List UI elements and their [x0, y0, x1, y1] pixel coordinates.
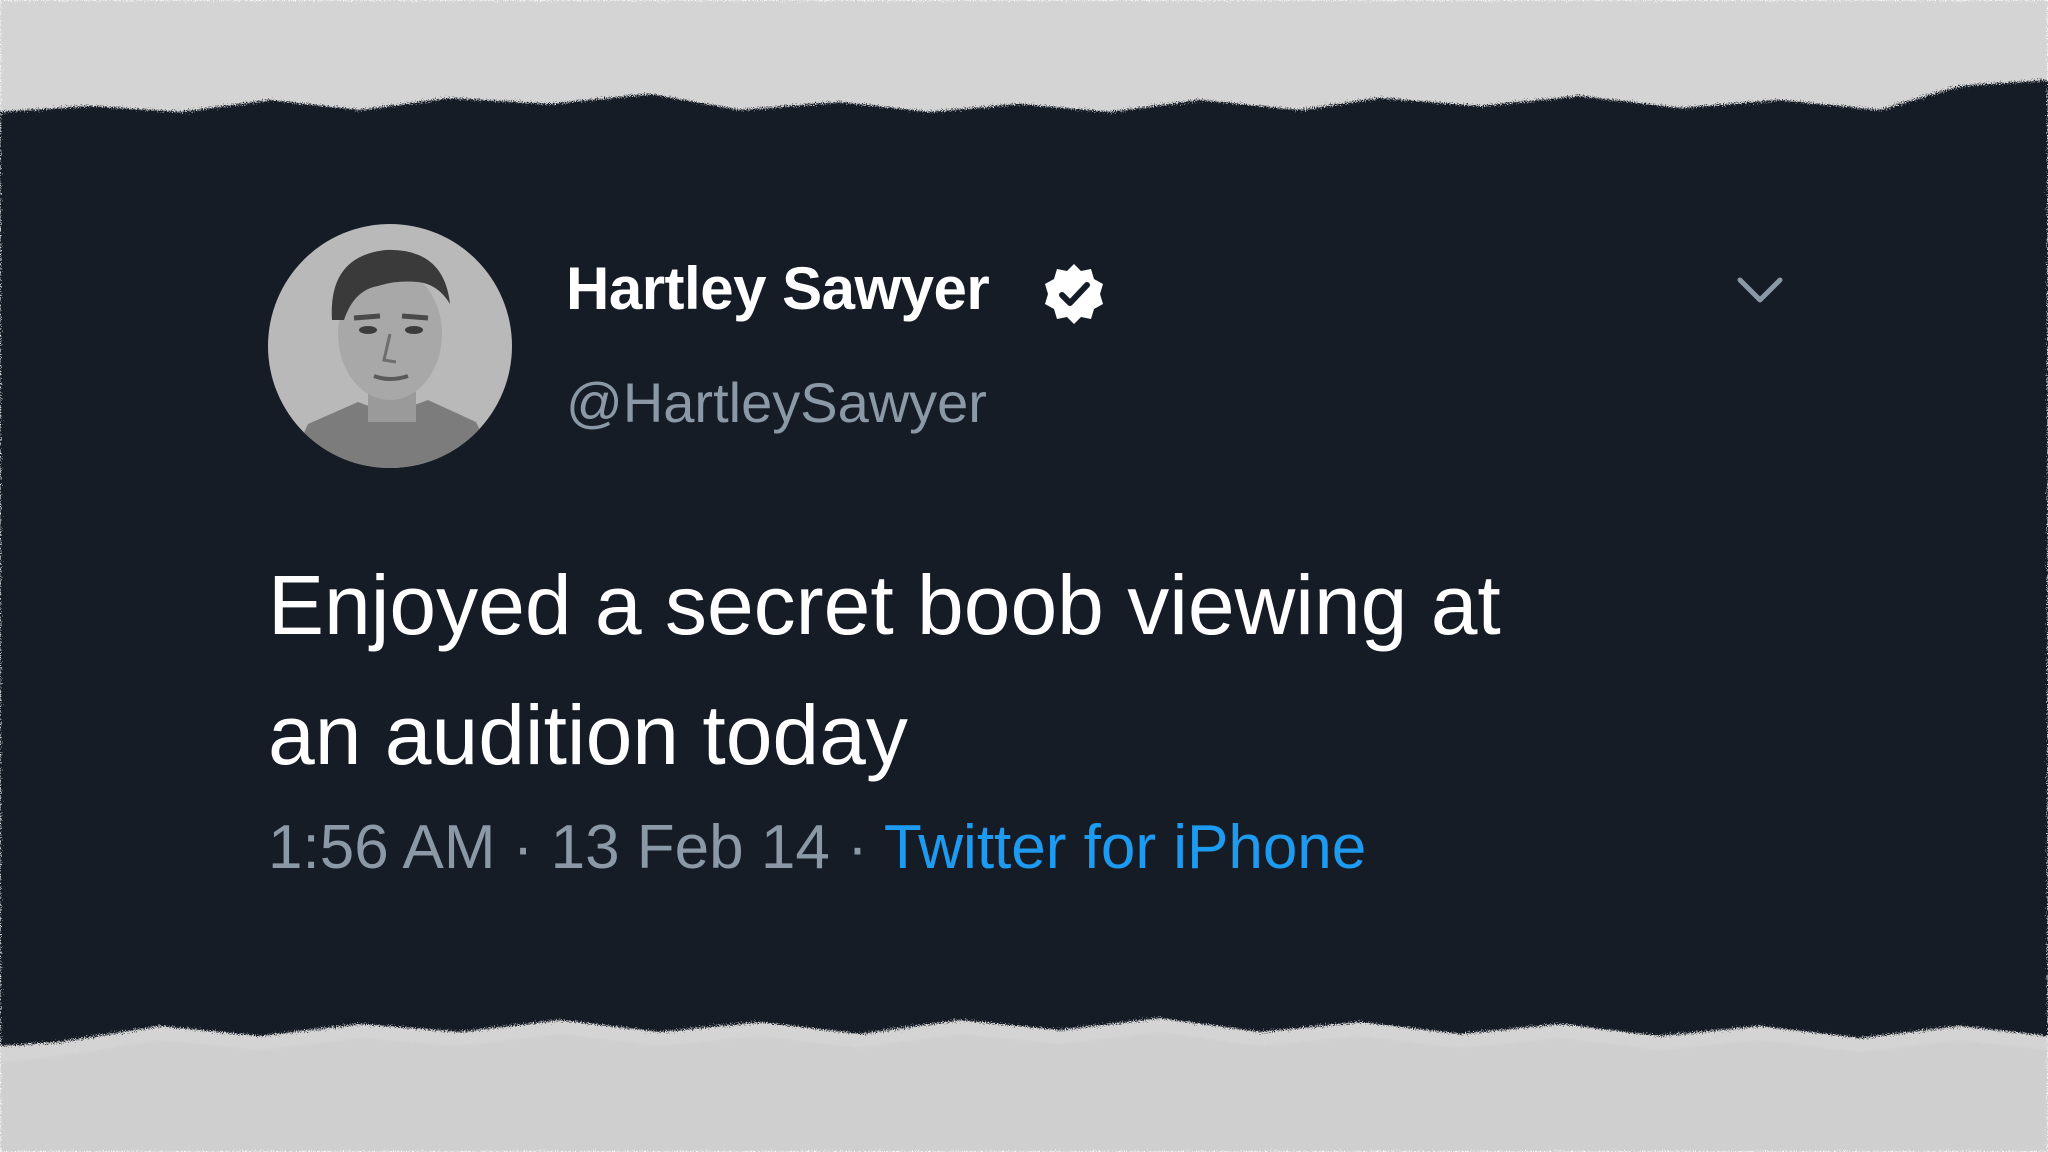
torn-paper-tweet-card: Hartley Sawyer @HartleySawyer Enjoyed a … — [0, 0, 2048, 1152]
tweet-text-line: Enjoyed a secret boob viewing at — [268, 558, 1501, 652]
tweet-date[interactable]: 13 Feb 14 — [551, 813, 830, 882]
chevron-down-icon[interactable] — [1732, 270, 1788, 310]
tweet-time[interactable]: 1:56 AM — [268, 813, 495, 882]
verified-badge-icon — [1045, 264, 1103, 324]
meta-separator: · — [847, 813, 868, 882]
user-handle[interactable]: @HartleySawyer — [566, 370, 987, 435]
meta-separator: · — [512, 813, 534, 882]
avatar[interactable] — [268, 224, 512, 468]
tweet-text-line: an audition today — [268, 688, 908, 782]
tweet-text: Enjoyed a secret boob viewing at an audi… — [268, 540, 1828, 800]
display-name[interactable]: Hartley Sawyer — [566, 254, 990, 323]
tweet-metadata: 1:56 AM · 13 Feb 14 · Twitter for iPhone — [268, 812, 1366, 883]
tweet-source-link[interactable]: Twitter for iPhone — [884, 813, 1366, 882]
profile-photo — [268, 224, 512, 468]
